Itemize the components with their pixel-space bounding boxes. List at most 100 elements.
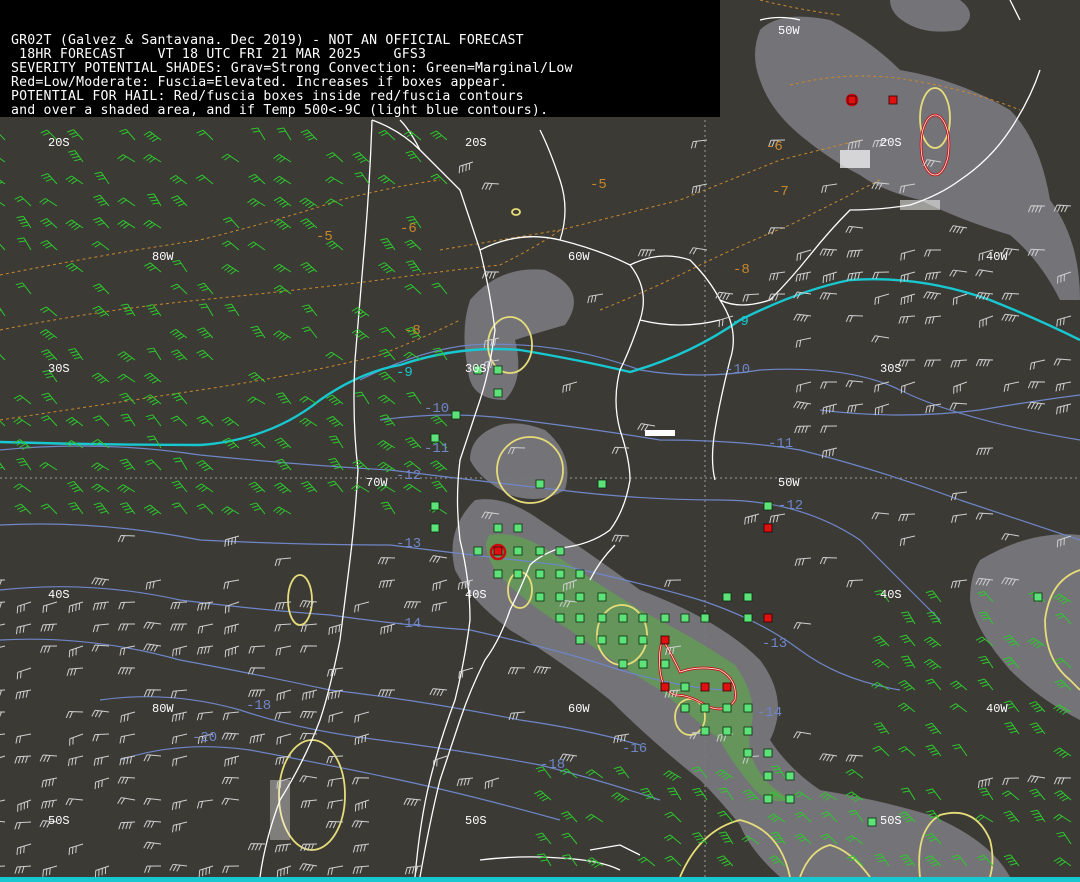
wind-barb (977, 678, 994, 691)
wind-barb (299, 417, 318, 427)
wind-barb (379, 414, 396, 427)
wind-barb (91, 241, 110, 251)
header-legend-line: Red=Low/Moderate: Fuscia=Elevated. Incre… (11, 75, 508, 90)
marginal-box (555, 569, 565, 579)
wind-barb (900, 611, 916, 625)
wind-barb (429, 130, 448, 141)
wind-barb (117, 797, 136, 805)
wind-barb (1029, 788, 1046, 801)
wind-barb (273, 263, 292, 273)
wind-barb (40, 239, 58, 251)
wind-barb (91, 372, 110, 384)
wind-barb (94, 865, 110, 878)
wind-barb (1001, 292, 1020, 301)
wind-barb (1055, 381, 1072, 392)
wind-barb (898, 513, 916, 522)
wind-barb (300, 481, 318, 493)
marginal-box (700, 726, 710, 736)
wind-barb (484, 777, 500, 790)
wind-barb (249, 733, 266, 744)
wind-barb (949, 402, 968, 410)
wind-barb (378, 262, 396, 274)
wind-barb (325, 176, 344, 185)
wind-barb (1027, 401, 1046, 410)
header-severity-line: SEVERITY POTENTIAL SHADES: Grav=Strong C… (11, 61, 573, 76)
lat-label-20s: 20S (48, 136, 70, 150)
wind-barb (274, 711, 292, 720)
marginal-box (430, 523, 440, 533)
wind-barb (42, 865, 58, 877)
wind-barb (117, 351, 136, 363)
wind-barb (40, 173, 58, 185)
wind-barb (379, 348, 396, 361)
wind-barb (15, 282, 32, 295)
wind-barb (248, 173, 266, 185)
wind-barb (16, 667, 32, 680)
temp-label-m6: -6 (400, 221, 417, 237)
marginal-box (638, 635, 648, 645)
wind-barb (978, 655, 994, 669)
wind-barb (16, 843, 32, 855)
wind-barb (221, 732, 240, 741)
wind-barb (977, 777, 994, 789)
marginal-box (575, 613, 585, 623)
wind-barb (822, 403, 838, 415)
wind-barb (898, 746, 916, 757)
wind-barb (949, 680, 968, 691)
wind-barb (380, 501, 396, 515)
wind-barb (793, 313, 812, 322)
wind-barb (1056, 831, 1072, 845)
wind-barb (951, 513, 968, 523)
wind-barb (274, 437, 292, 449)
wind-barb (197, 623, 214, 634)
wind-barb (170, 601, 188, 610)
wind-barb (689, 247, 708, 255)
temp-label-m11-west: -11 (424, 441, 449, 457)
wind-barb (143, 394, 162, 406)
temp-label-m6-east: -6 (766, 139, 783, 155)
wind-barb (456, 777, 474, 787)
wind-barb (432, 579, 448, 591)
moderate-box (847, 95, 857, 105)
wind-barb (221, 240, 240, 251)
wind-barb (1053, 814, 1072, 823)
marginal-box (743, 613, 753, 623)
wind-barb (0, 179, 6, 185)
wind-barb (949, 269, 968, 277)
wind-barb (742, 293, 760, 302)
lat-label-50s-east: 50S (880, 814, 902, 828)
wind-barb (666, 787, 682, 801)
wind-barb (975, 358, 994, 367)
wind-barb (637, 423, 656, 432)
marginal-box (1033, 592, 1043, 602)
wind-barb (14, 821, 32, 830)
lon-label-60w: 60W (568, 250, 590, 264)
wind-barb (117, 534, 136, 543)
wind-barb (0, 354, 6, 361)
wind-barb (716, 855, 734, 867)
wind-barb (611, 792, 630, 803)
wind-barb (197, 282, 214, 295)
wind-barb (65, 175, 84, 185)
lon-label-40w-south: 40W (986, 702, 1008, 716)
wind-barb (354, 711, 370, 723)
wind-barb (273, 175, 292, 185)
moderate-box (660, 682, 670, 692)
wind-barb (925, 590, 942, 603)
wind-barb (352, 151, 370, 164)
wind-barb (143, 262, 162, 273)
wind-barb (299, 863, 318, 872)
wind-barb (276, 733, 292, 745)
marginal-box (535, 546, 545, 556)
wind-barb (536, 853, 552, 867)
wind-barb (195, 483, 214, 493)
wind-barb (170, 689, 188, 699)
wind-barb (39, 306, 58, 317)
wind-barb (118, 601, 136, 610)
wind-barb (300, 129, 318, 141)
wind-barb (924, 359, 942, 367)
wind-barb (14, 755, 32, 764)
wind-barb (872, 271, 890, 280)
wind-barb (0, 645, 6, 648)
wind-barb (377, 689, 396, 697)
